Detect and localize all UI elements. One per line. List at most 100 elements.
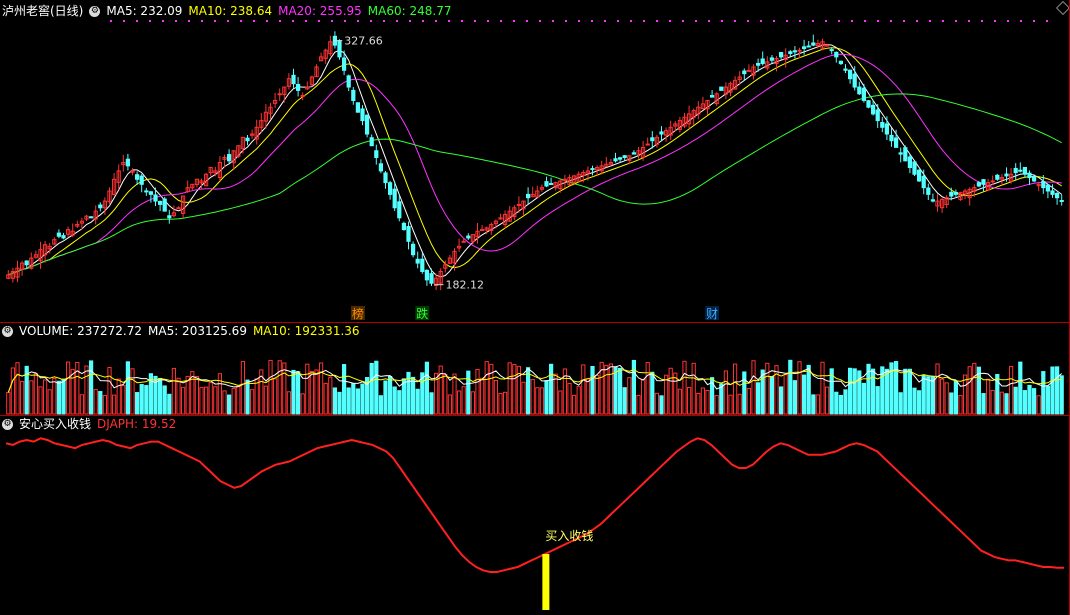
volume-bar xyxy=(507,362,512,415)
candle-body xyxy=(792,50,798,53)
volume-bar xyxy=(1027,384,1032,415)
candle-body xyxy=(903,147,908,162)
volume-bar xyxy=(378,395,384,415)
candle-body xyxy=(1027,172,1032,179)
volume-bar xyxy=(475,368,480,415)
volume-bar xyxy=(700,387,706,415)
volume-bar xyxy=(875,386,880,415)
dot-marker xyxy=(292,20,294,22)
volume-bar xyxy=(926,376,931,415)
candle-body xyxy=(245,137,250,142)
volume-bar xyxy=(512,364,517,415)
volume-bar xyxy=(65,361,71,415)
volume-bar xyxy=(539,387,545,415)
candle-body xyxy=(144,190,149,193)
volume-bar xyxy=(797,361,802,415)
volume-bar xyxy=(650,371,655,415)
volume-bar xyxy=(33,373,39,415)
dot-marker xyxy=(604,20,606,22)
dot-marker xyxy=(799,20,801,22)
volume-bar xyxy=(576,386,581,415)
candle-body xyxy=(1022,166,1028,175)
settings-circle-icon[interactable]: ⚙ xyxy=(2,419,13,430)
dot-marker xyxy=(201,20,203,22)
volume-bar xyxy=(788,359,793,415)
volume-bar xyxy=(654,392,660,415)
candle-body xyxy=(870,104,876,115)
candle-body xyxy=(719,86,724,91)
ma20-line xyxy=(8,53,1062,276)
candle-body xyxy=(226,154,232,162)
volume-bar xyxy=(1031,388,1037,415)
volume-bar xyxy=(617,367,623,415)
volume-bar xyxy=(277,360,282,415)
volume-bar xyxy=(429,392,434,415)
volume-label: VOLUME: 237272.72 xyxy=(19,324,142,338)
low-price-label: 182.12 xyxy=(446,279,485,292)
volume-bar xyxy=(157,377,163,415)
volume-bar xyxy=(323,382,328,415)
volume-bar xyxy=(861,382,867,415)
volume-bar xyxy=(530,378,535,415)
volume-bar xyxy=(953,380,959,415)
candle-body xyxy=(617,157,623,160)
chart-canvas: 327.66 182.12 榜 跌 财 买入收钱 xyxy=(5,20,1064,610)
candle-body xyxy=(134,174,140,180)
volume-bar xyxy=(337,391,342,415)
volume-bar xyxy=(479,377,485,415)
volume-bar xyxy=(769,376,775,415)
dot-marker xyxy=(838,20,840,22)
volume-bar xyxy=(111,394,117,415)
settings-circle-icon[interactable]: ⚙ xyxy=(2,326,13,337)
candle-body xyxy=(479,229,485,232)
volume-bar xyxy=(493,380,499,415)
volume-bar xyxy=(535,387,540,415)
volume-bar xyxy=(613,366,618,415)
dot-marker xyxy=(682,20,684,22)
dot-marker xyxy=(916,20,918,22)
volume-bar xyxy=(737,393,742,415)
candle-body xyxy=(861,87,867,101)
candle-body xyxy=(429,273,434,284)
volume-bar xyxy=(571,394,577,415)
volume-bar xyxy=(171,367,177,415)
dot-marker xyxy=(864,20,866,22)
volume-bars xyxy=(6,359,1064,415)
candle-body xyxy=(857,86,862,95)
candle-body xyxy=(355,102,361,113)
candle-body xyxy=(631,152,637,155)
candle-body xyxy=(401,222,407,231)
volume-bar xyxy=(594,374,600,415)
volume-bar xyxy=(286,391,292,415)
volume-bar xyxy=(691,362,696,415)
volume-bar xyxy=(935,363,940,415)
dotted-markers xyxy=(110,20,1048,22)
candle-body xyxy=(1054,192,1060,199)
candle-body xyxy=(346,75,351,88)
volume-bar xyxy=(410,376,416,415)
dot-marker xyxy=(422,20,424,22)
volume-bar xyxy=(484,361,489,415)
volume-bar xyxy=(167,393,172,415)
volume-bar xyxy=(677,388,683,415)
volume-bar xyxy=(999,391,1005,415)
candle-body xyxy=(852,73,857,88)
volume-bar xyxy=(318,362,324,415)
volume-bar xyxy=(912,387,917,415)
volume-bar xyxy=(240,360,246,415)
candle-body xyxy=(834,51,839,58)
volume-ma10-label: MA10: 192331.36 xyxy=(252,324,360,338)
candlestick-series xyxy=(6,31,1064,291)
candle-body xyxy=(953,191,959,195)
candle-body xyxy=(300,94,305,97)
volume-bar xyxy=(921,374,926,415)
volume-bar xyxy=(939,378,945,415)
buy-signal-label: 买入收钱 xyxy=(545,528,593,543)
volume-bar xyxy=(682,360,687,415)
candle-body xyxy=(995,174,1000,180)
high-price-label: 327.66 xyxy=(344,35,383,48)
dot-marker xyxy=(747,20,749,22)
volume-bar xyxy=(489,363,494,415)
volume-bar xyxy=(61,378,66,415)
volume-bar xyxy=(663,374,669,415)
